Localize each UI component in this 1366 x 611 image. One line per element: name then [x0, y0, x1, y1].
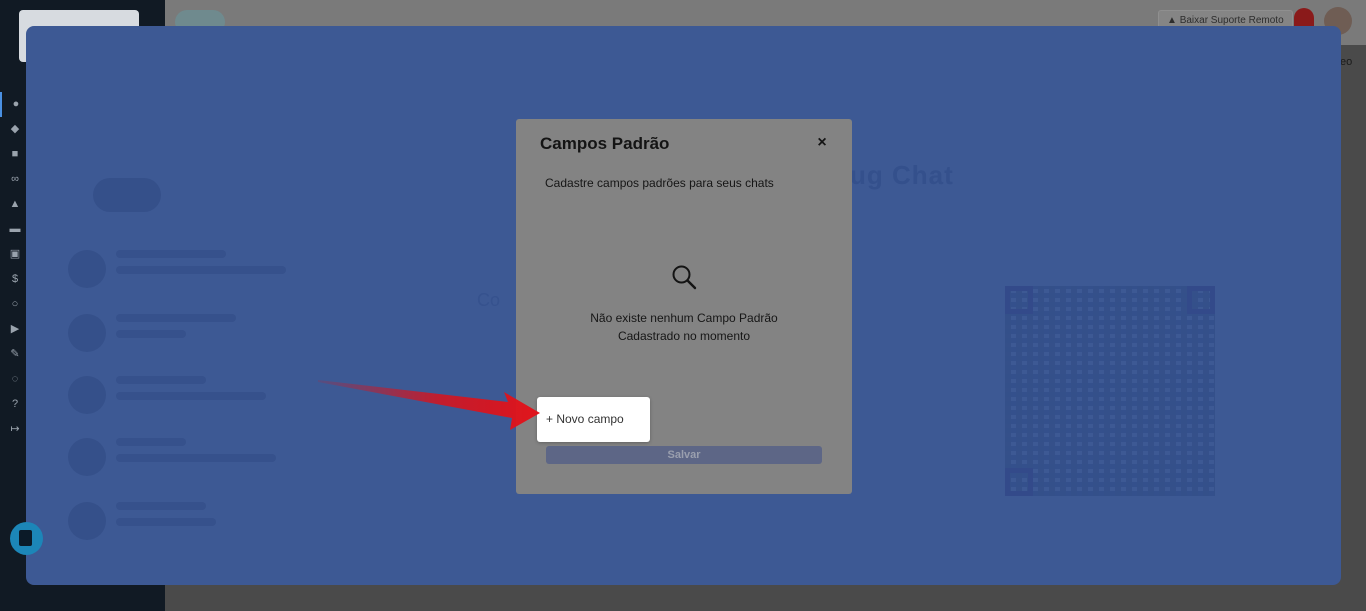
empty-state-line: Cadastrado no momento — [617, 329, 751, 343]
chat-line — [116, 314, 236, 322]
modal-title: Campos Padrão — [540, 134, 670, 153]
new-field-button[interactable]: + Novo campo — [537, 397, 650, 442]
chat-line — [116, 392, 266, 400]
chat-line — [116, 330, 186, 338]
topbar-edge-text: eo — [1340, 56, 1353, 68]
chat-launcher-glyph — [19, 530, 32, 546]
qr-corner — [1187, 286, 1215, 314]
save-button[interactable]: Salvar — [546, 446, 822, 464]
chat-avatar — [68, 314, 106, 352]
chat-avatar — [68, 438, 106, 476]
chat-line — [116, 438, 186, 446]
chat-line — [116, 376, 206, 384]
chat-avatar — [68, 376, 106, 414]
chat-avatar — [68, 250, 106, 288]
chat-launcher-icon[interactable] — [10, 522, 43, 555]
chat-avatar — [68, 502, 106, 540]
chat-line — [116, 518, 216, 526]
search-icon — [672, 265, 697, 290]
qr-corner — [1005, 468, 1033, 496]
chat-line — [116, 454, 276, 462]
remote-support-label: Baixar Suporte Remoto — [1179, 15, 1284, 26]
background-title: ug Chat — [850, 160, 954, 190]
chat-line — [116, 502, 206, 510]
chat-line — [116, 250, 226, 258]
background-heading: Co — [477, 290, 501, 310]
chat-line — [116, 266, 286, 274]
empty-state-line: Não existe nenhum Campo Padrão — [590, 311, 778, 325]
arrow-annotation — [318, 380, 540, 430]
qr-code — [1005, 286, 1215, 496]
empty-state-message: Não existe nenhum Campo Padrão Cadastrad… — [516, 309, 852, 345]
qr-corner — [1005, 286, 1033, 314]
download-icon: ▲ — [1167, 15, 1180, 26]
modal-subtitle: Cadastre campos padrões para seus chats — [545, 176, 774, 190]
chat-filter-pill — [93, 178, 161, 212]
close-icon[interactable]: × — [814, 133, 830, 153]
